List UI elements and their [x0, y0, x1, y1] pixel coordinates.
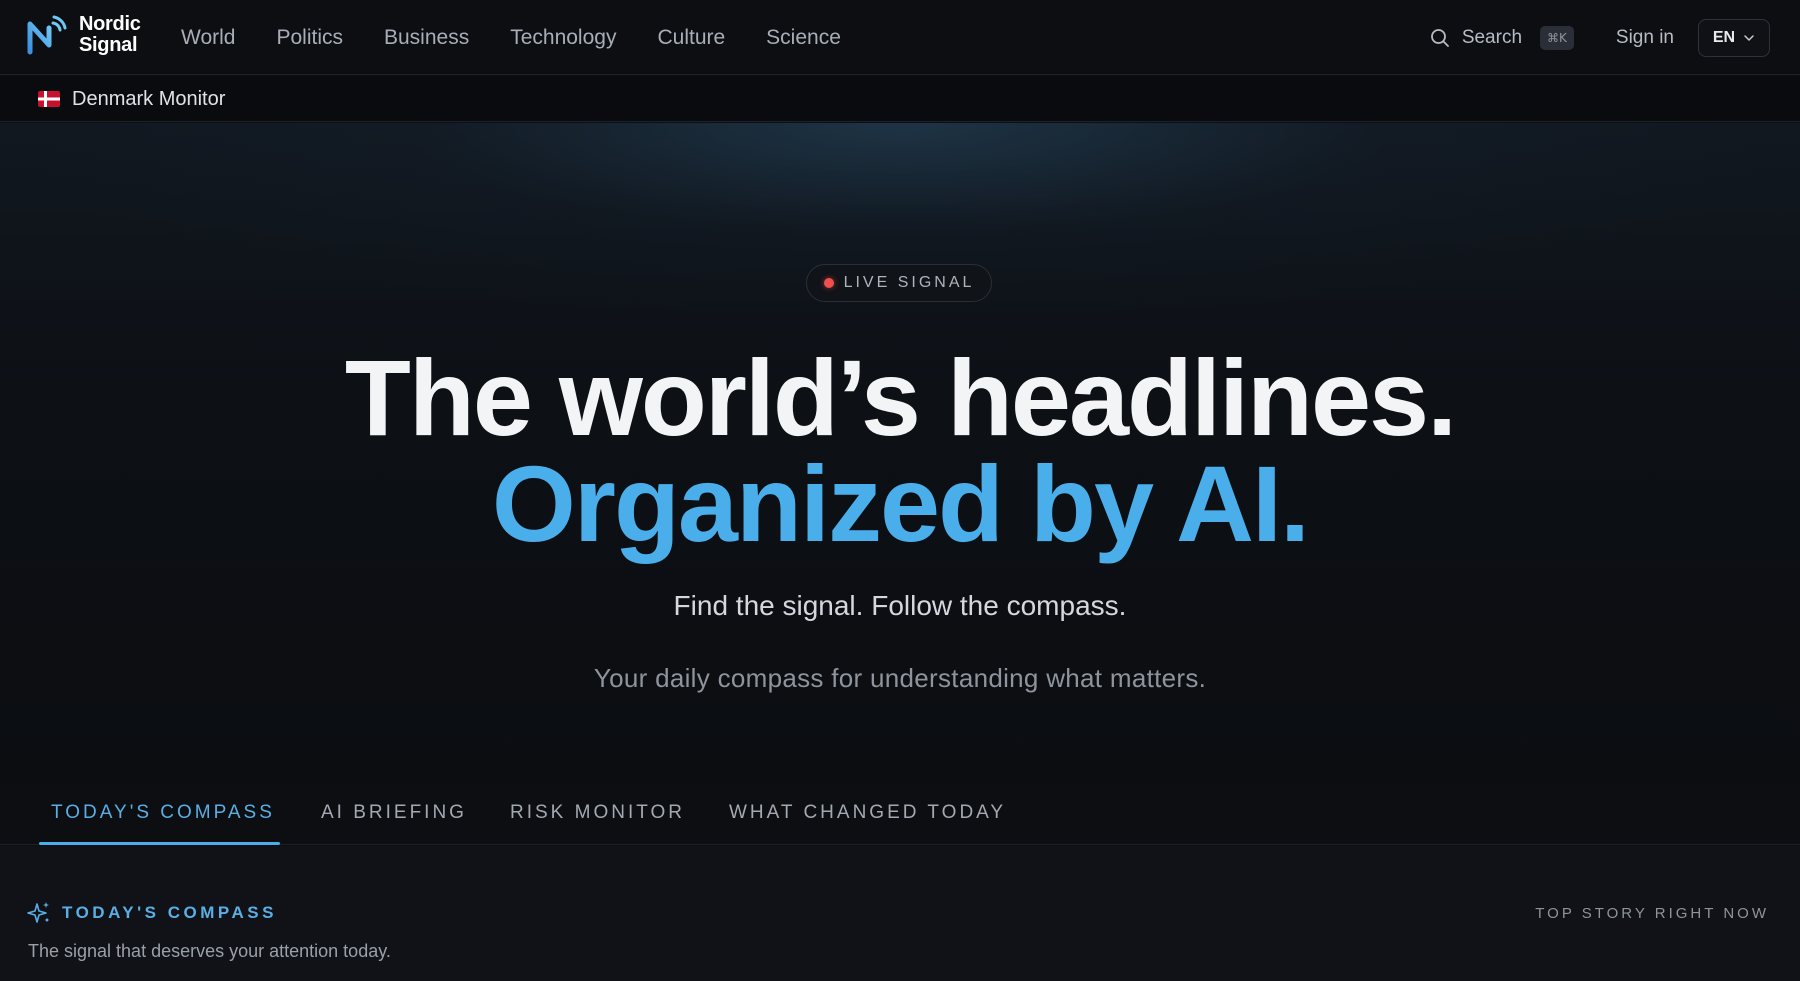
tab-ai-briefing[interactable]: AI BRIEFING: [321, 783, 467, 845]
nav-item-world[interactable]: World: [181, 26, 235, 50]
live-signal-label: LIVE SIGNAL: [843, 274, 975, 291]
brand-name: Nordic Signal: [79, 14, 141, 56]
language-value: EN: [1712, 28, 1736, 46]
content-tabs: TODAY'S COMPASS AI BRIEFING RISK MONITOR…: [0, 783, 1800, 845]
sign-in-link[interactable]: Sign in: [1616, 27, 1674, 49]
brand-logo-link[interactable]: Nordic Signal: [27, 14, 141, 56]
nav-item-technology[interactable]: Technology: [510, 26, 616, 50]
denmark-flag-icon: [38, 91, 60, 107]
denmark-monitor-link[interactable]: Denmark Monitor: [72, 76, 225, 122]
live-indicator-dot-icon: [823, 278, 834, 288]
brand-name-line1: Nordic: [79, 13, 141, 35]
chevron-down-icon: [1744, 34, 1754, 41]
search-shortcut-badge: ⌘K: [1540, 25, 1574, 50]
region-monitor-bar: Denmark Monitor: [0, 76, 1800, 122]
sparkle-icon: [27, 902, 49, 923]
language-selector[interactable]: EN: [1698, 18, 1770, 57]
search-button[interactable]: Search ⌘K: [1430, 25, 1574, 50]
tab-todays-compass[interactable]: TODAY'S COMPASS: [51, 783, 275, 845]
nav-item-politics[interactable]: Politics: [276, 26, 343, 50]
top-navigation-bar: Nordic Signal World Politics Business Te…: [0, 0, 1800, 75]
hero-headline: The world’s headlines.: [344, 337, 1457, 458]
live-signal-badge: LIVE SIGNAL: [806, 264, 992, 302]
hero-subtagline: Your daily compass for understanding wha…: [593, 663, 1207, 693]
tab-what-changed-today[interactable]: WHAT CHANGED TODAY: [729, 783, 1006, 845]
header-actions: Search ⌘K Sign in EN: [1430, 0, 1770, 75]
nav-item-science[interactable]: Science: [766, 26, 841, 50]
section-description: The signal that deserves your attention …: [28, 941, 391, 961]
tab-risk-monitor[interactable]: RISK MONITOR: [510, 783, 685, 845]
search-icon: [1430, 28, 1449, 47]
hero-headline-accent: Organized by AI.: [491, 443, 1310, 564]
main-nav: World Politics Business Technology Cultu…: [181, 0, 882, 75]
section-title: TODAY'S COMPASS: [62, 903, 277, 922]
hero-section: LIVE SIGNAL The world’s headlines. Organ…: [0, 123, 1800, 783]
nordic-signal-logo-icon: [27, 15, 67, 55]
nav-item-business[interactable]: Business: [384, 26, 469, 50]
hero-tagline: Find the signal. Follow the compass.: [673, 590, 1127, 621]
search-label: Search: [1461, 26, 1523, 48]
active-tab-indicator: [39, 842, 280, 845]
brand-name-line2: Signal: [79, 34, 138, 56]
todays-compass-section: TODAY'S COMPASS The signal that deserves…: [0, 846, 1800, 981]
nav-item-culture[interactable]: Culture: [657, 26, 725, 50]
top-story-label: TOP STORY RIGHT NOW: [1535, 905, 1769, 922]
